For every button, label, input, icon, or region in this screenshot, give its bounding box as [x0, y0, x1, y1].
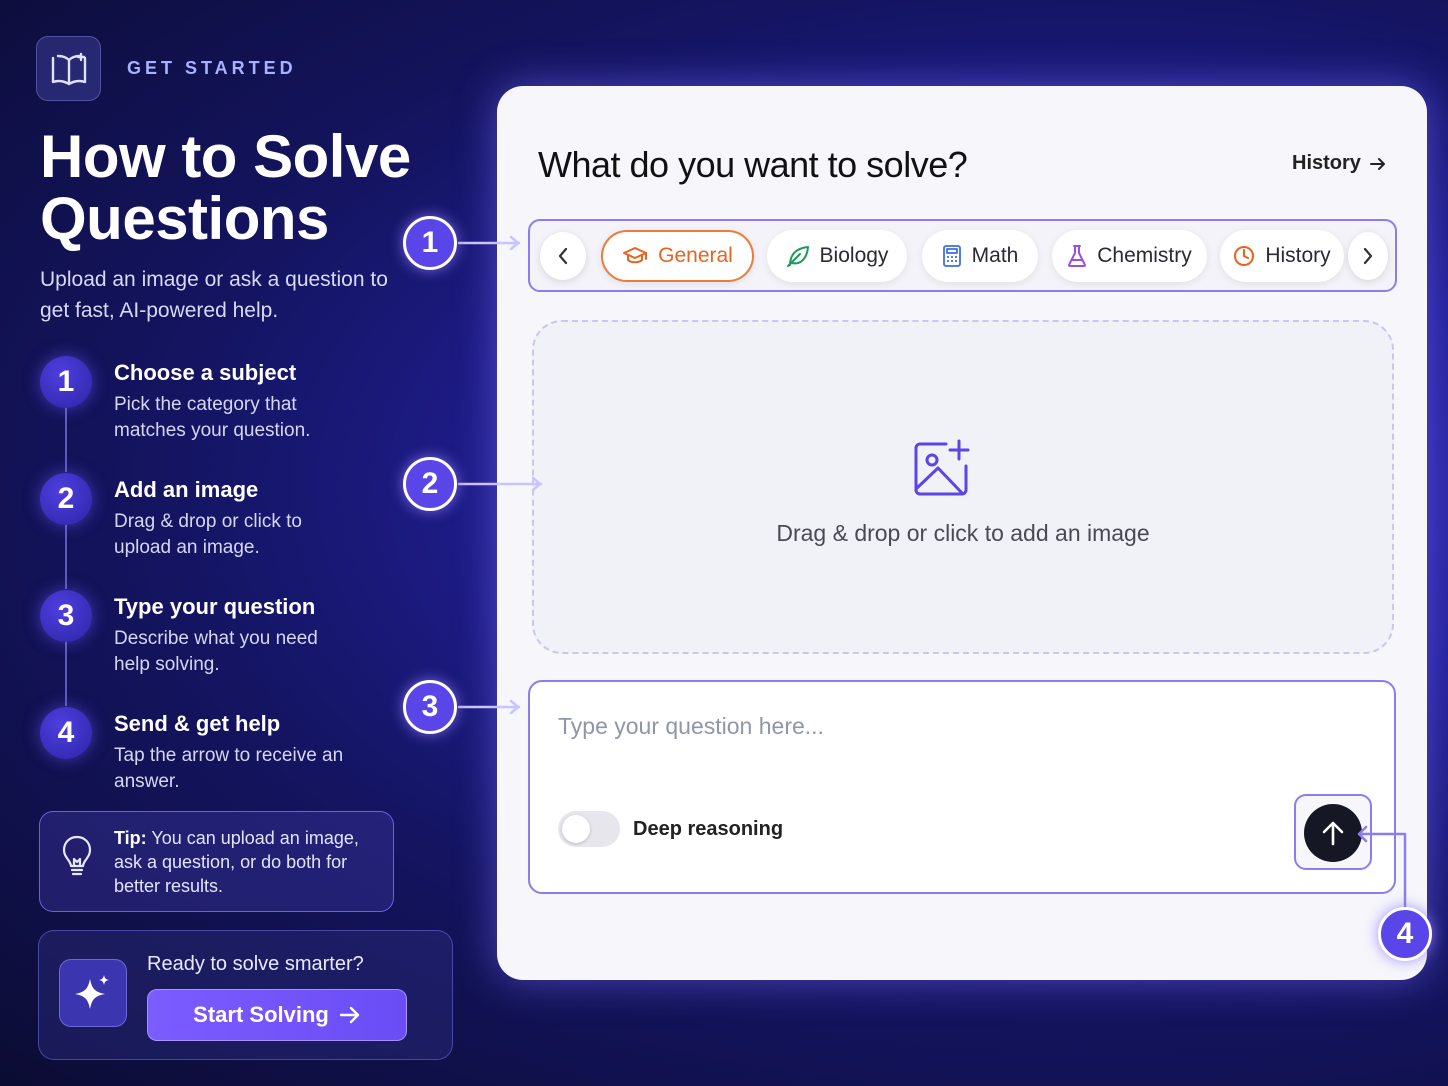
step-connector [65, 525, 67, 589]
chevron-right-icon [1363, 247, 1373, 265]
history-link-label: History [1292, 152, 1361, 174]
arrow-up-icon [1322, 821, 1344, 846]
graduation-cap-icon [623, 247, 648, 264]
step-number: 1 [40, 356, 92, 408]
callout-marker-4: 4 [1378, 907, 1432, 961]
subject-chip-label: Chemistry [1097, 244, 1192, 267]
flask-icon [1068, 245, 1087, 267]
arrow-right-icon [339, 1006, 360, 1024]
panel-title: What do you want to solve? [538, 144, 968, 185]
step-title: Type your question [114, 594, 316, 619]
subject-chip-label: Biology [819, 244, 889, 267]
calculator-icon [942, 245, 961, 267]
callout-arrow-2 [457, 476, 543, 492]
step-2: 2 Add an image Drag & drop or click to u… [40, 473, 420, 590]
solve-panel: What do you want to solve? History Gener… [497, 86, 1427, 980]
tip-body: You can upload an image, ask a question,… [114, 828, 359, 896]
image-dropzone[interactable]: Drag & drop or click to add an image [532, 320, 1394, 654]
question-composer: Deep reasoning [528, 680, 1396, 894]
clock-icon [1234, 246, 1255, 266]
callout-arrow-4 [1357, 825, 1407, 912]
deep-reasoning-label: Deep reasoning [633, 818, 784, 840]
logo [36, 36, 101, 101]
page-subtitle: Upload an image or ask a question to get… [40, 268, 388, 322]
arrow-right-icon [1369, 157, 1385, 170]
subject-chip-label: History [1265, 244, 1331, 267]
step-number: 3 [40, 590, 92, 642]
step-connector [65, 642, 67, 706]
subject-prev-button[interactable] [540, 232, 586, 280]
step-connector [65, 408, 67, 472]
deep-reasoning-toggle[interactable] [558, 811, 620, 847]
leaf-icon [786, 246, 809, 267]
dropzone-text: Drag & drop or click to add an image [776, 520, 1150, 546]
tip-label: Tip: [114, 828, 147, 848]
step-title: Add an image [114, 477, 259, 502]
lightbulb-icon [62, 835, 92, 876]
chevron-left-icon [558, 247, 568, 265]
subject-selector: General Biology Math Chemistry History [528, 219, 1397, 292]
step-description: Describe what you need help solving. [114, 628, 318, 675]
callout-marker-2: 2 [403, 457, 457, 511]
send-button[interactable] [1304, 804, 1362, 862]
subject-chip-biology[interactable]: Biology [767, 230, 907, 282]
cta-icon-box [59, 959, 127, 1027]
subject-chip-chemistry[interactable]: Chemistry [1052, 230, 1207, 282]
step-title: Choose a subject [114, 360, 297, 385]
eyebrow-label: GET STARTED [127, 58, 297, 78]
callout-arrow-1 [457, 235, 521, 251]
subject-chip-history[interactable]: History [1220, 230, 1344, 282]
step-3: 3 Type your question Describe what you n… [40, 590, 420, 707]
history-link[interactable]: History [1292, 152, 1387, 175]
book-icon [51, 52, 86, 85]
tip-box: Tip: You can upload an image, ask a ques… [39, 811, 394, 912]
step-description: Pick the category that matches your ques… [114, 394, 311, 441]
subject-chip-math[interactable]: Math [922, 230, 1038, 282]
start-solving-label: Start Solving [193, 1002, 329, 1027]
step-1: 1 Choose a subject Pick the category tha… [40, 356, 420, 473]
steps-list: 1 Choose a subject Pick the category tha… [40, 356, 420, 824]
subject-chip-label: General [658, 244, 733, 267]
sparkle-icon [75, 975, 109, 1009]
question-input[interactable] [558, 706, 1258, 746]
step-description: Drag & drop or click to upload an image. [114, 511, 302, 558]
page-title: How to Solve Questions [40, 123, 411, 252]
toggle-knob [562, 815, 590, 843]
step-title: Send & get help [114, 711, 281, 736]
start-solving-button[interactable]: Start Solving [147, 989, 407, 1041]
callout-marker-1: 1 [403, 216, 457, 270]
subject-next-button[interactable] [1348, 232, 1388, 280]
subject-chip-general[interactable]: General [601, 230, 754, 282]
subject-chip-label: Math [971, 244, 1019, 267]
cta-text: Ready to solve smarter? [147, 953, 364, 975]
step-number: 2 [40, 473, 92, 525]
step-number: 4 [40, 707, 92, 759]
cta-box: Ready to solve smarter? Start Solving [38, 930, 453, 1060]
step-description: Tap the arrow to receive an answer. [114, 745, 344, 792]
callout-arrow-3 [457, 699, 521, 715]
callout-marker-3: 3 [403, 680, 457, 734]
add-image-icon [914, 439, 970, 496]
step-4: 4 Send & get help Tap the arrow to recei… [40, 707, 420, 824]
tip-text: Tip: You can upload an image, ask a ques… [114, 826, 379, 898]
